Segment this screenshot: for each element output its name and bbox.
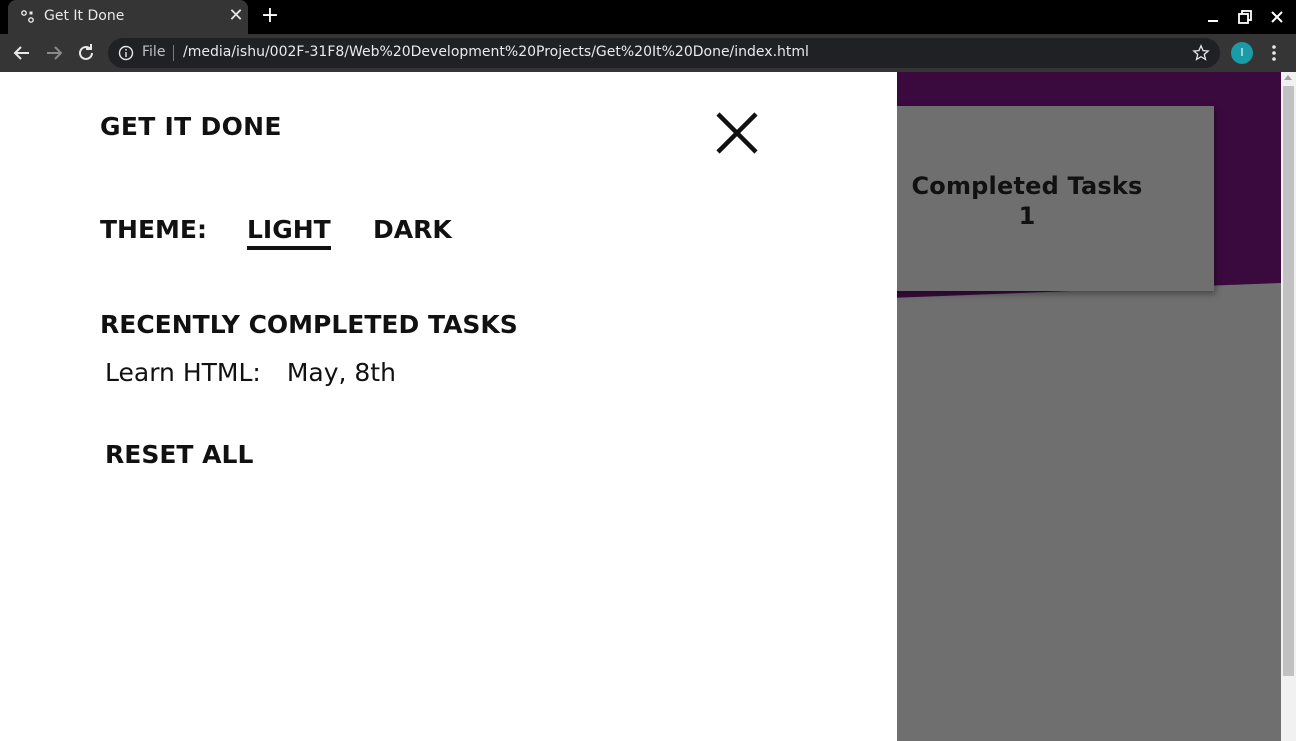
page-viewport: Completed Tasks 1 GET IT DONE THEME: LIG… <box>0 72 1296 741</box>
browser-tab[interactable]: Get It Done ✕ <box>8 0 248 34</box>
tab-title: Get It Done <box>44 8 125 24</box>
close-icon[interactable] <box>714 110 760 156</box>
browser-toolbar: File /media/ishu/002F-31F8/Web%20Develop… <box>0 34 1296 72</box>
settings-panel: GET IT DONE THEME: LIGHT DARK RECENTLY C… <box>0 72 897 741</box>
completed-tasks-card: Completed Tasks 1 <box>852 106 1214 291</box>
scroll-up-icon[interactable] <box>1284 75 1292 80</box>
recent-task-name: Learn HTML: <box>105 358 261 387</box>
bookmark-star-icon[interactable] <box>1192 44 1210 62</box>
window-close-icon[interactable] <box>1267 7 1287 27</box>
completed-tasks-count: 1 <box>1018 202 1036 230</box>
recent-task-item: Learn HTML: May, 8th <box>105 358 396 387</box>
recent-task-date: May, 8th <box>286 358 396 387</box>
url-separator <box>173 45 174 61</box>
scroll-thumb[interactable] <box>1283 86 1294 676</box>
restore-icon[interactable] <box>1235 7 1255 27</box>
url-text[interactable]: /media/ishu/002F-31F8/Web%20Development%… <box>183 44 809 60</box>
url-scheme: File <box>142 44 166 60</box>
theme-option-dark[interactable]: DARK <box>373 215 452 244</box>
tab-close-icon[interactable]: ✕ <box>226 6 246 26</box>
profile-avatar[interactable]: I <box>1231 42 1253 64</box>
site-favicon-icon <box>20 9 36 25</box>
kebab-menu-icon[interactable] <box>1264 42 1284 64</box>
minimize-icon[interactable] <box>1203 7 1223 27</box>
address-bar[interactable]: File /media/ishu/002F-31F8/Web%20Develop… <box>108 38 1220 68</box>
completed-tasks-label: Completed Tasks <box>911 172 1143 200</box>
recent-tasks-heading: RECENTLY COMPLETED TASKS <box>100 310 518 339</box>
panel-title: GET IT DONE <box>100 112 282 141</box>
back-arrow-icon[interactable] <box>10 41 34 65</box>
forward-arrow-icon[interactable] <box>42 41 66 65</box>
info-icon[interactable] <box>118 45 134 61</box>
browser-tab-strip: Get It Done ✕ + <box>0 0 1296 34</box>
reload-icon[interactable] <box>74 41 98 65</box>
page-scrollbar[interactable] <box>1281 72 1296 741</box>
theme-option-light[interactable]: LIGHT <box>247 215 331 250</box>
reset-all-button[interactable]: RESET ALL <box>105 440 253 469</box>
new-tab-icon[interactable]: + <box>258 5 282 29</box>
theme-label: THEME: <box>100 215 208 244</box>
